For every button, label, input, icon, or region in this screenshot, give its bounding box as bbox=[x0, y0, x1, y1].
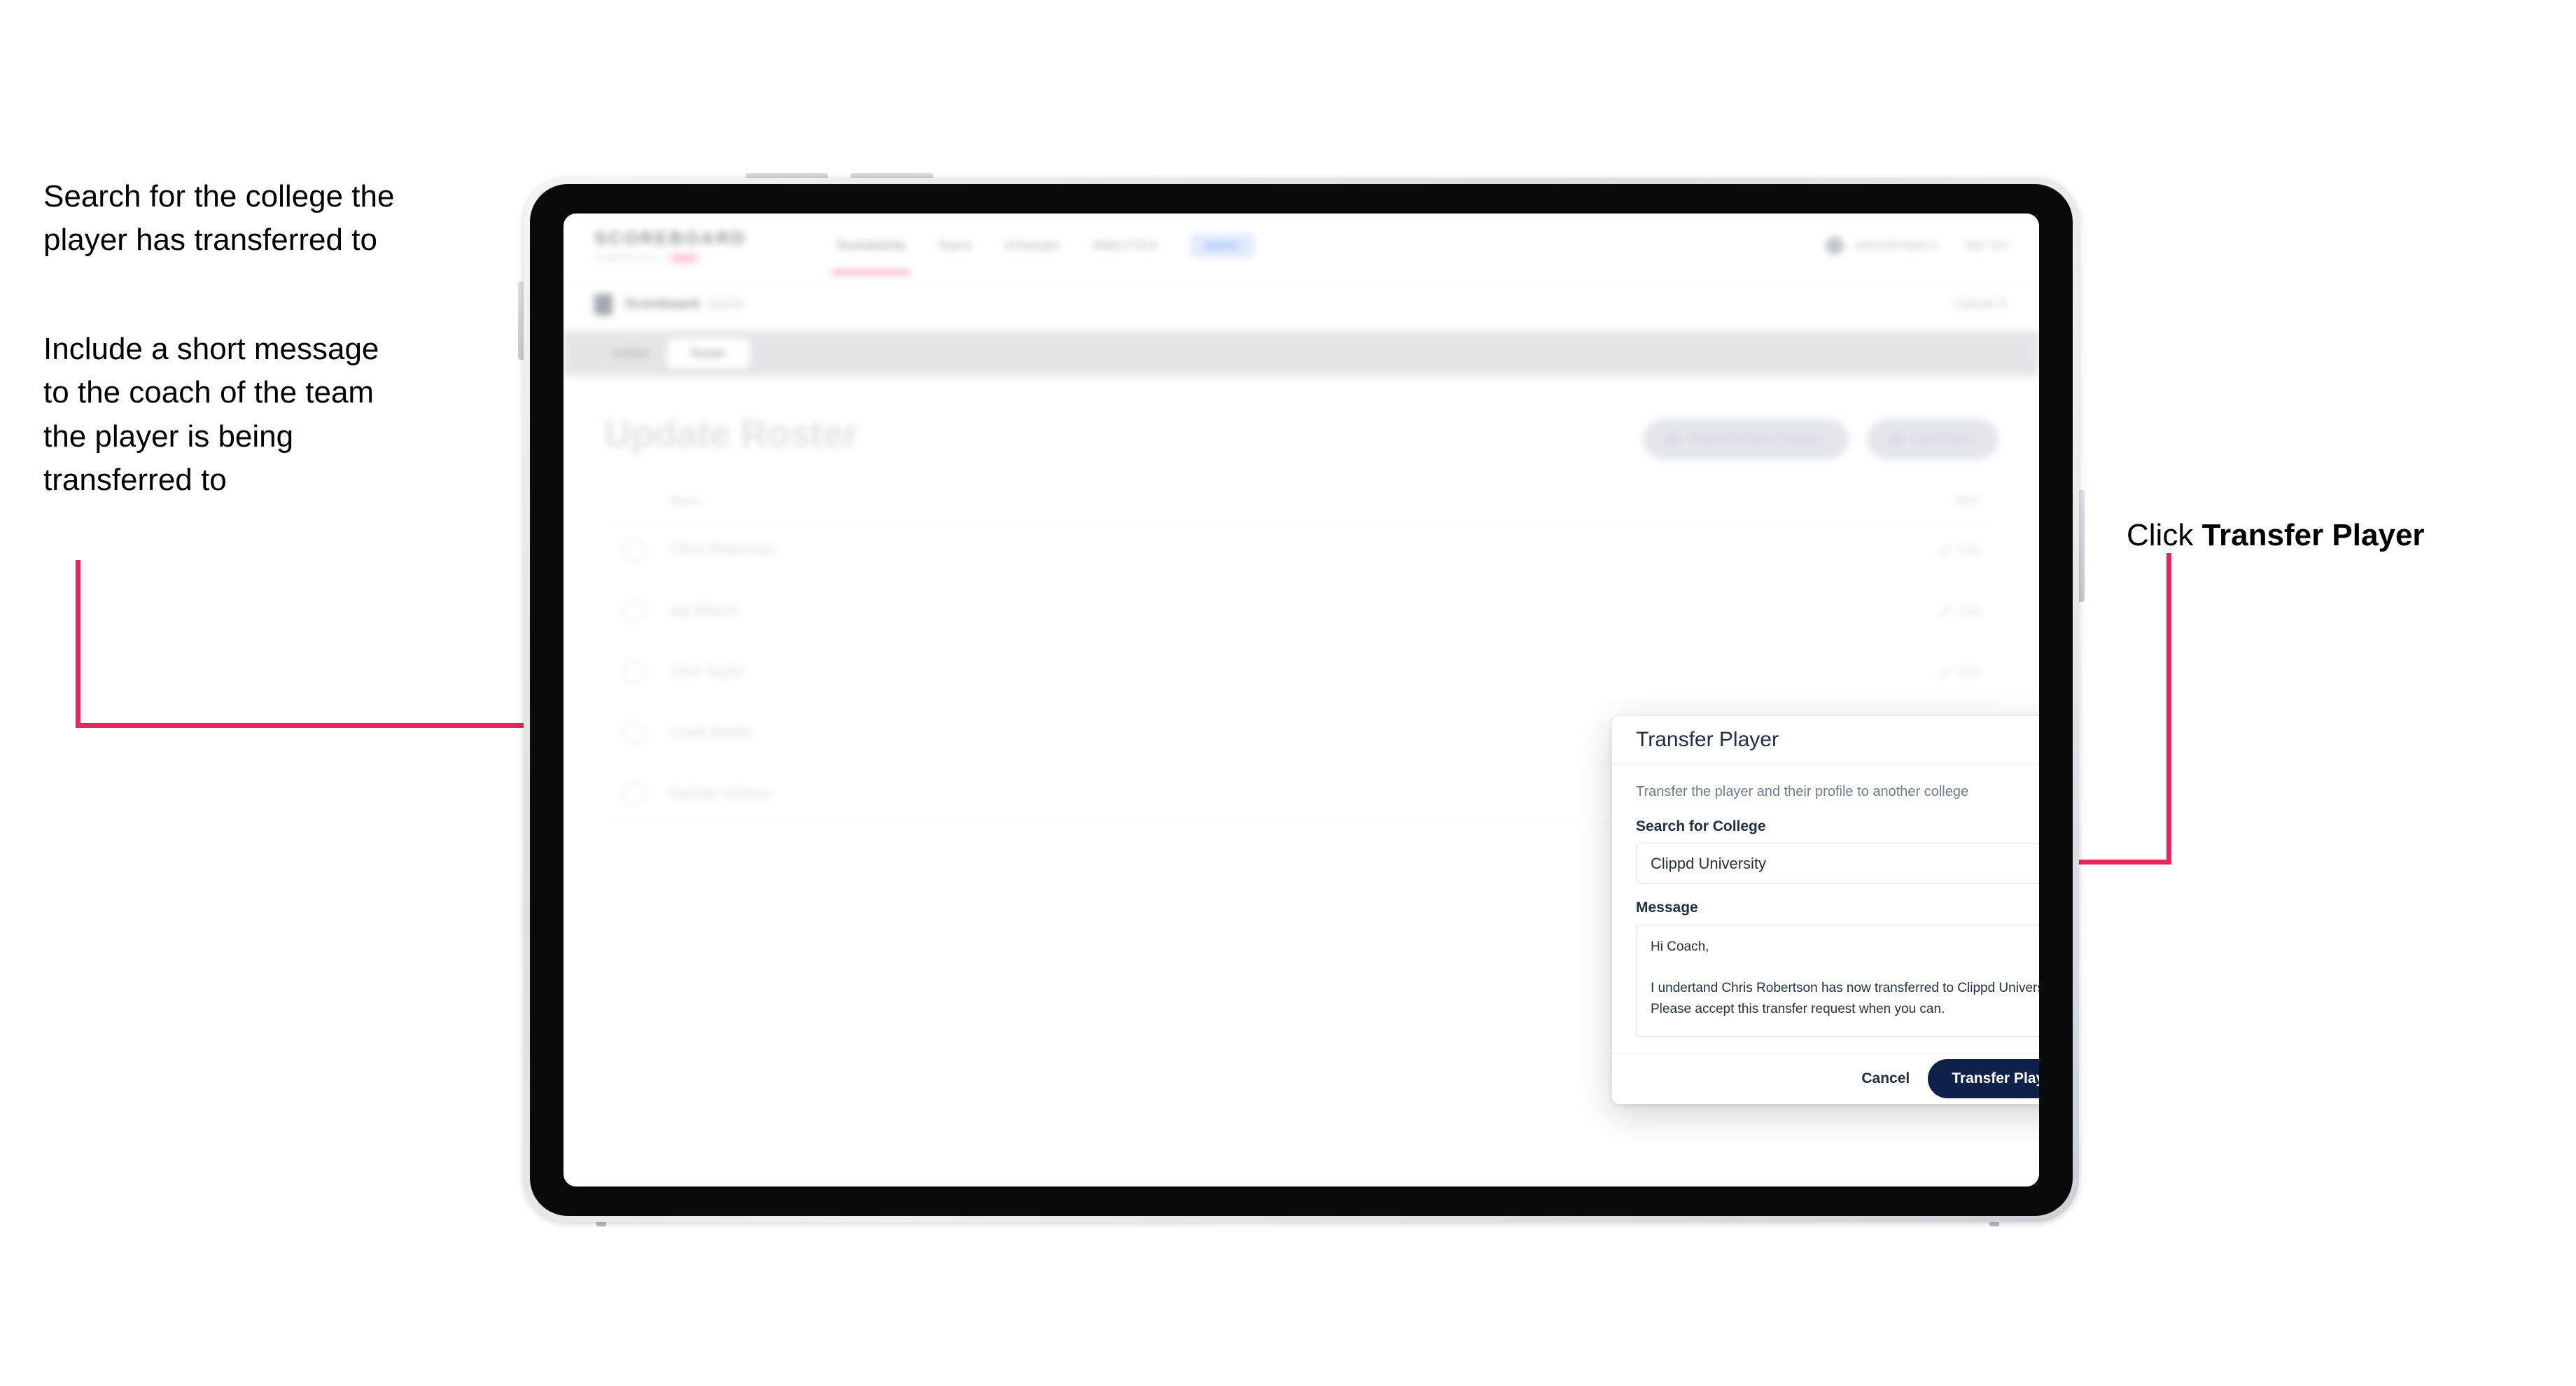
nav-item-admin[interactable]: Admin bbox=[1189, 233, 1254, 258]
player-name: John Taylor bbox=[670, 664, 746, 680]
annotation-right-prefix: Click bbox=[2127, 518, 2202, 553]
player-name: Nathan Holmes bbox=[670, 785, 771, 802]
tab-bar: Details Roster bbox=[564, 331, 2039, 376]
message-field-label: Message bbox=[1636, 899, 1698, 916]
tab-details[interactable]: Details bbox=[594, 340, 667, 368]
top-navigation-bar: SCOREBOARD POWERED BY clippd Tournaments… bbox=[564, 214, 2039, 278]
column-header-edit: EDIT bbox=[1954, 496, 1980, 507]
player-name: Chris Robertson bbox=[670, 542, 776, 558]
app-logo[interactable]: SCOREBOARD POWERED BY clippd bbox=[594, 227, 747, 264]
nav-item-analytics[interactable]: ANALYTICS bbox=[1093, 239, 1158, 253]
dialog-description: Transfer the player and their profile to… bbox=[1636, 784, 1969, 800]
add-player-button[interactable]: Add Player bbox=[1866, 419, 1998, 459]
logo-brand-badge: clippd bbox=[666, 252, 701, 264]
dialog-footer: Cancel Transfer Player bbox=[1612, 1053, 2039, 1104]
annotation-arrow-left-vertical bbox=[76, 560, 80, 728]
nav-right-group: admin@clippd.io Sign Out bbox=[1826, 236, 2008, 255]
screenshot-canvas: Search for the college the player has tr… bbox=[0, 0, 2576, 1386]
table-row[interactable]: John Taylor Edit bbox=[604, 642, 1998, 703]
request-player-transfer-button[interactable]: Request Player Transfer bbox=[1642, 419, 1849, 459]
breadcrumb-subtitle: Admin bbox=[707, 296, 746, 312]
page-title: Update Roster bbox=[604, 413, 858, 455]
nav-item-tournaments[interactable]: Tournaments bbox=[832, 239, 910, 274]
row-checkbox[interactable] bbox=[622, 782, 646, 806]
breadcrumb: Scoreboard Admin Cancel ✕ bbox=[564, 278, 2039, 331]
pencil-icon bbox=[1938, 605, 1950, 617]
nav-user-email: admin@clippd.io bbox=[1855, 239, 1938, 251]
player-name: Ian Wilson bbox=[670, 603, 739, 619]
transfer-player-submit-button[interactable]: Transfer Player bbox=[1928, 1059, 2039, 1099]
dialog-title: Transfer Player bbox=[1636, 728, 1779, 752]
scoreboard-icon bbox=[594, 293, 612, 315]
row-checkbox[interactable] bbox=[622, 538, 646, 562]
player-name: Lewis Banks bbox=[670, 724, 752, 741]
edit-label: Edit bbox=[1958, 603, 1980, 618]
logo-wordmark: SCOREBOARD bbox=[594, 227, 747, 248]
page-header-row: Update Roster Request Player Transfer Ad… bbox=[604, 412, 1998, 459]
transfer-player-dialog: Transfer Player Transfer the player and … bbox=[1612, 716, 2039, 1104]
annotation-right-strong: Transfer Player bbox=[2202, 518, 2425, 553]
nav-item-schedules[interactable]: Schedules bbox=[1004, 239, 1060, 253]
table-header-row: Name EDIT bbox=[604, 496, 1998, 520]
table-row[interactable]: Chris Robertson Edit bbox=[604, 520, 1998, 581]
row-checkbox[interactable] bbox=[622, 599, 646, 623]
sign-out-link[interactable]: Sign Out bbox=[1965, 239, 2008, 252]
column-header-name: Name bbox=[670, 496, 701, 507]
dialog-body: Transfer the player and their profile to… bbox=[1612, 764, 2039, 1053]
cancel-button[interactable]: Cancel bbox=[1861, 1070, 1910, 1087]
add-player-label: Add Player bbox=[1912, 432, 1975, 446]
search-college-input[interactable] bbox=[1636, 844, 2039, 885]
dialog-header: Transfer Player bbox=[1612, 716, 2039, 765]
plus-icon bbox=[1890, 433, 1903, 446]
annotation-arrow-right-vertical bbox=[2166, 553, 2171, 864]
edit-label: Edit bbox=[1958, 542, 1980, 557]
pencil-icon bbox=[1938, 544, 1950, 556]
message-textarea[interactable] bbox=[1636, 925, 2039, 1037]
breadcrumb-cancel[interactable]: Cancel ✕ bbox=[1955, 297, 2008, 312]
request-player-transfer-label: Request Player Transfer bbox=[1688, 432, 1825, 446]
row-checkbox[interactable] bbox=[622, 721, 646, 745]
tablet-screen: SCOREBOARD POWERED BY clippd Tournaments… bbox=[564, 214, 2039, 1186]
device-right-connector bbox=[2078, 490, 2085, 602]
logo-subtitle: POWERED BY clippd bbox=[594, 252, 747, 264]
row-checkbox[interactable] bbox=[622, 660, 646, 684]
pencil-icon bbox=[1938, 666, 1950, 678]
nav-item-teams[interactable]: Teams bbox=[937, 239, 972, 253]
avatar[interactable] bbox=[1826, 236, 1844, 255]
tablet-bezel: SCOREBOARD POWERED BY clippd Tournaments… bbox=[530, 184, 2073, 1216]
annotation-search-college: Search for the college the player has tr… bbox=[43, 179, 395, 258]
tablet-device-frame: SCOREBOARD POWERED BY clippd Tournaments… bbox=[524, 178, 2079, 1222]
college-field-label: Search for College bbox=[1636, 818, 1766, 835]
tab-roster[interactable]: Roster bbox=[666, 338, 750, 369]
edit-link[interactable]: Edit bbox=[1938, 665, 1980, 680]
annotation-click-transfer: Click Transfer Player bbox=[2127, 470, 2561, 558]
nav-items: Tournaments Teams Schedules ANALYTICS Ad… bbox=[832, 233, 1254, 274]
transfer-icon bbox=[1666, 433, 1679, 446]
breadcrumb-title: Scoreboard bbox=[625, 296, 699, 312]
edit-link[interactable]: Edit bbox=[1938, 543, 1980, 558]
edit-label: Edit bbox=[1958, 664, 1980, 679]
table-row[interactable]: Ian Wilson Edit bbox=[604, 581, 1998, 642]
logo-powered-by: POWERED BY bbox=[594, 253, 661, 262]
field-spacer bbox=[1636, 884, 2039, 899]
page-header-actions: Request Player Transfer Add Player bbox=[1642, 419, 1998, 459]
annotation-include-message: Include a short message to the coach of … bbox=[43, 332, 379, 498]
edit-link[interactable]: Edit bbox=[1938, 604, 1980, 619]
